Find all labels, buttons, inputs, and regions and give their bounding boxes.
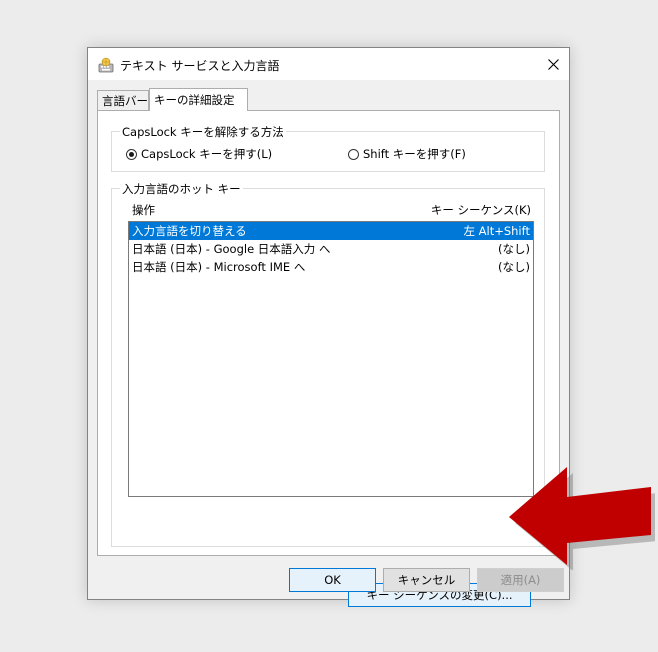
annotation-arrow-icon bbox=[509, 467, 655, 570]
column-header-action: 操作 bbox=[132, 203, 155, 217]
ok-button[interactable]: OK bbox=[289, 568, 376, 592]
close-button[interactable] bbox=[537, 48, 569, 80]
list-item-action: 日本語 (日本) - Microsoft IME へ bbox=[132, 260, 306, 274]
close-icon bbox=[547, 58, 559, 70]
cancel-button[interactable]: キャンセル bbox=[383, 568, 470, 592]
list-item-sequence: 左 Alt+Shift bbox=[463, 224, 530, 238]
list-item[interactable]: 日本語 (日本) - Google 日本語入力 へ (なし) bbox=[129, 240, 533, 258]
radio-capslock-indicator[interactable] bbox=[126, 148, 137, 160]
apply-button[interactable]: 適用(A) bbox=[477, 568, 564, 592]
radio-shift-label: Shift キーを押す(F) bbox=[363, 147, 466, 161]
list-item-sequence: (なし) bbox=[498, 260, 530, 274]
keyboard-globe-icon bbox=[98, 57, 114, 73]
list-item-action: 日本語 (日本) - Google 日本語入力 へ bbox=[132, 242, 331, 256]
tab-advanced-key-settings[interactable]: キーの詳細設定 bbox=[149, 88, 248, 111]
tab-panel: CapsLock キーを解除する方法 CapsLock キーを押す(L) Shi… bbox=[97, 110, 560, 607]
hotkey-group-title: 入力言語のホット キー bbox=[120, 181, 243, 197]
list-item[interactable]: 日本語 (日本) - Microsoft IME へ (なし) bbox=[129, 258, 533, 276]
dialog-window: テキスト サービスと入力言語 言語バー キーの詳細設定 CapsLock キーを… bbox=[87, 47, 570, 607]
list-item-action: 入力言語を切り替える bbox=[132, 224, 247, 238]
window-title: テキスト サービスと入力言語 bbox=[120, 59, 280, 73]
hotkey-group: 入力言語のホット キー 操作 キー シーケンス(K) 入力言語を切り替える 左 … bbox=[111, 181, 545, 607]
column-header-key-sequence: キー シーケンス(K) bbox=[430, 203, 531, 217]
radio-capslock[interactable]: CapsLock キーを押す(L) bbox=[126, 146, 272, 162]
capslock-group-title: CapsLock キーを解除する方法 bbox=[120, 124, 286, 140]
list-item[interactable]: 入力言語を切り替える 左 Alt+Shift bbox=[129, 222, 533, 240]
list-item-sequence: (なし) bbox=[498, 242, 530, 256]
radio-shift[interactable]: Shift キーを押す(F) bbox=[348, 146, 466, 162]
radio-shift-indicator[interactable] bbox=[348, 148, 359, 160]
tab-language-bar[interactable]: 言語バー bbox=[97, 90, 149, 110]
radio-capslock-label: CapsLock キーを押す(L) bbox=[141, 147, 273, 161]
hotkey-list[interactable]: 入力言語を切り替える 左 Alt+Shift 日本語 (日本) - Google… bbox=[128, 221, 534, 497]
title-bar[interactable]: テキスト サービスと入力言語 bbox=[88, 48, 569, 80]
capslock-group: CapsLock キーを解除する方法 CapsLock キーを押す(L) Shi… bbox=[111, 124, 545, 172]
